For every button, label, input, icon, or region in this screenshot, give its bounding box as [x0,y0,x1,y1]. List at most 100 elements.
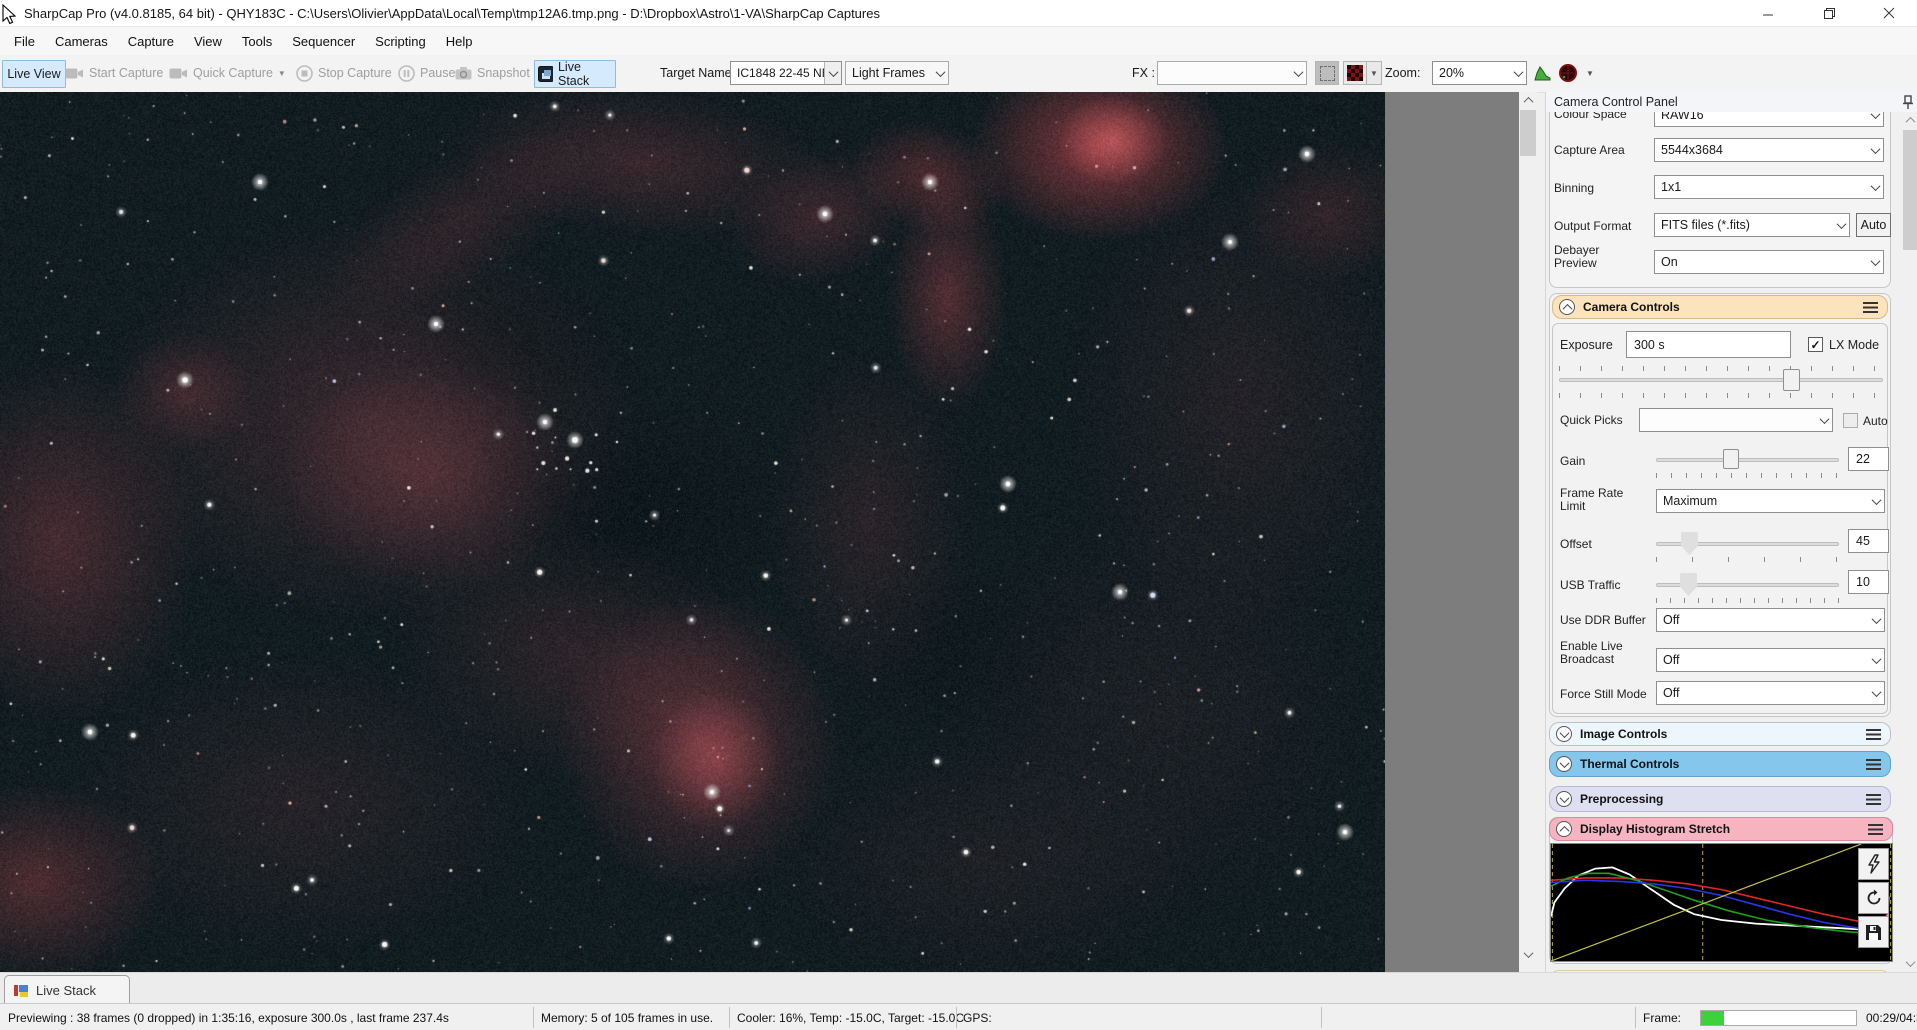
exposure-slider-thumb[interactable] [1783,369,1800,391]
chevron-down-icon [932,62,948,84]
live-view-button[interactable]: Live View [2,60,66,88]
menu-tools[interactable]: Tools [232,27,282,55]
chevron-up-icon [1905,117,1915,127]
exposure-slider[interactable] [1559,378,1883,382]
snapshot-button[interactable]: Snapshot [452,60,533,86]
frame-rate-limit-select[interactable]: Maximum [1656,489,1885,513]
chevron-down-icon: ▼ [1586,69,1594,78]
live-stack-button[interactable]: Live Stack [534,60,616,88]
camera-icon [65,67,84,80]
histogram-display[interactable] [1550,843,1893,962]
reticule-dropdown[interactable]: ▼ [1583,60,1597,86]
display-histogram-button[interactable] [1534,60,1552,86]
save-stretch-button[interactable] [1858,916,1889,948]
scroll-down-button[interactable] [1519,946,1537,963]
section-menu-icon[interactable] [1868,824,1883,835]
camera-controls-header[interactable]: Camera Controls [1552,295,1888,319]
binning-select[interactable]: 1x1 [1654,175,1884,199]
menu-cameras[interactable]: Cameras [45,27,118,55]
frame-rate-limit-label: Frame Rate Limit [1560,487,1648,513]
output-format-auto-button[interactable]: Auto [1856,213,1891,237]
gain-slider-thumb[interactable] [1723,449,1739,469]
panel-scroll-down[interactable] [1902,955,1917,972]
menu-file[interactable]: File [4,27,45,55]
bayer-pattern-dropdown[interactable]: ▼ [1367,61,1382,85]
start-capture-button[interactable]: Start Capture [62,60,166,86]
panel-scrollbar[interactable] [1902,112,1917,972]
section-menu-icon[interactable] [1866,759,1881,770]
quick-capture-label: Quick Capture [193,66,273,80]
histogram-icon [1534,64,1552,82]
frame-type-combo[interactable]: Light Frames [845,61,949,85]
live-view-label: Live View [7,67,60,81]
live-stack-tab[interactable]: Live Stack [4,975,130,1004]
menu-capture[interactable]: Capture [118,27,184,55]
menu-scripting[interactable]: Scripting [365,27,436,55]
menu-view[interactable]: View [184,27,232,55]
panel-scroll-up[interactable] [1902,112,1917,129]
gain-slider[interactable] [1656,458,1839,462]
usb-traffic-value-box[interactable]: 10 [1848,570,1889,594]
pin-icon[interactable] [1901,95,1915,110]
stop-icon [296,65,313,82]
image-controls-header[interactable]: Image Controls [1549,722,1891,746]
close-button[interactable] [1866,0,1912,26]
status-cooler: Cooler: 16%, Temp: -15.0C, Target: -15.0… [737,1011,964,1025]
exposure-auto-checkbox[interactable] [1843,413,1858,428]
exposure-input[interactable]: 300 s [1626,331,1791,358]
output-format-select[interactable]: FITS files (*.fits) [1654,213,1850,237]
gain-value: 22 [1856,452,1870,466]
image-vertical-scrollbar[interactable] [1519,92,1537,963]
stop-capture-button[interactable]: Stop Capture [293,60,395,86]
chevron-up-icon [1523,97,1533,107]
selection-area-button[interactable] [1315,61,1339,85]
lx-mode-label: LX Mode [1829,339,1879,352]
panel-scrollbar-thumb[interactable] [1903,130,1917,250]
section-menu-icon[interactable] [1863,302,1878,313]
pause-button[interactable]: Pause [395,60,458,86]
scrollbar-thumb[interactable] [1520,110,1536,156]
usb-traffic-value: 10 [1856,575,1870,589]
section-menu-icon[interactable] [1866,794,1881,805]
minimize-button[interactable] [1745,0,1791,26]
camera-control-panel-title: Camera Control Panel [1546,92,1917,112]
target-name-combo[interactable]: IC1848 22-45 NBZ [730,61,842,85]
auto-stretch-button[interactable] [1858,848,1889,880]
check-icon: ✓ [1810,338,1820,352]
lx-mode-checkbox[interactable]: ✓ [1808,337,1823,352]
status-previewing: Previewing : 38 frames (0 dropped) in 1:… [8,1011,449,1025]
live-stack-label: Live Stack [558,60,612,88]
section-menu-icon[interactable] [1866,729,1881,740]
debayer-preview-select[interactable]: On [1654,250,1884,274]
reticule-button[interactable] [1558,60,1578,86]
reset-stretch-button[interactable] [1858,882,1889,914]
scroll-up-button[interactable] [1519,92,1537,109]
menu-help[interactable]: Help [436,27,483,55]
gain-value-box[interactable]: 22 [1848,447,1889,471]
expand-icon[interactable] [1556,726,1572,742]
zoom-combo[interactable]: 20% [1432,61,1527,85]
expand-icon[interactable] [1556,756,1572,772]
restore-button[interactable] [1806,0,1852,26]
camera-controls-title: Camera Controls [1583,300,1863,314]
bayer-pattern-button[interactable] [1343,61,1367,85]
menu-sequencer[interactable]: Sequencer [282,27,365,55]
live-stack-tab-label: Live Stack [36,983,96,998]
collapse-icon[interactable] [1556,821,1572,837]
exposure-auto-label: Auto [1863,415,1888,428]
quick-picks-select[interactable] [1639,408,1833,432]
status-separator [1321,1007,1322,1028]
collapse-icon[interactable] [1559,299,1575,315]
preprocessing-header[interactable]: Preprocessing [1549,786,1891,812]
live-broadcast-select[interactable]: Off [1656,648,1885,672]
quick-capture-button[interactable]: Quick Capture ▼ [166,60,289,86]
histogram-stretch-header[interactable]: Display Histogram Stretch [1549,817,1893,841]
thermal-controls-header[interactable]: Thermal Controls [1549,751,1891,777]
force-still-mode-select[interactable]: Off [1656,681,1885,705]
expand-icon[interactable] [1556,791,1572,807]
ddr-buffer-select[interactable]: Off [1656,608,1885,632]
fx-combo[interactable] [1157,61,1307,85]
capture-area-select[interactable]: 5544x3684 [1654,138,1884,162]
offset-value-box[interactable]: 45 [1848,529,1889,553]
live-preview-image[interactable] [0,92,1385,972]
